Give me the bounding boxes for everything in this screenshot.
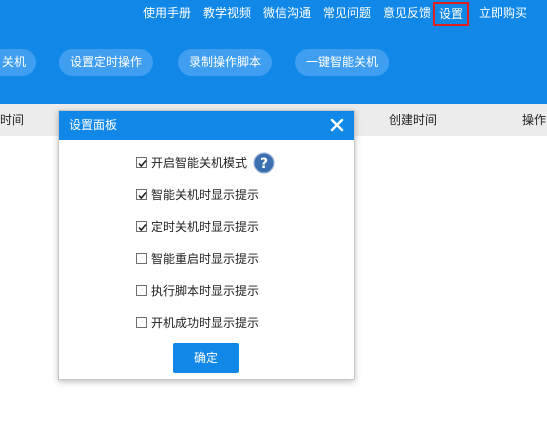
nav-video-tutorial-link[interactable]: 教学视频: [203, 4, 251, 22]
option-label: 定时关机时显示提示: [151, 220, 260, 234]
checkbox-run-script-prompt[interactable]: [136, 285, 147, 296]
column-header-time: 时间: [0, 113, 25, 127]
nav-feedback-link[interactable]: 意见反馈: [383, 4, 431, 22]
toolbar-smart-shutdown-button[interactable]: 一键智能关机: [295, 49, 389, 76]
option-label: 智能重启时显示提示: [151, 252, 260, 266]
option-label: 开启智能关机模式: [151, 156, 248, 170]
toolbar-shutdown-label: 关机: [1, 55, 26, 69]
nav-wechat-link[interactable]: 微信沟通: [263, 4, 311, 22]
option-label: 执行脚本时显示提示: [151, 284, 260, 298]
toolbar-record-script-button[interactable]: 录制操作脚本: [178, 49, 272, 76]
column-header-created-time: 创建时间: [389, 113, 438, 127]
checkbox-scheduled-shutdown-prompt[interactable]: [136, 221, 147, 232]
option-label: 开机成功时显示提示: [151, 316, 260, 330]
app-header: 使用手册 教学视频 微信沟通 常见问题 意见反馈 设置 立即购买 关机 设置定时…: [0, 0, 547, 104]
column-header-action: 操作: [522, 113, 547, 127]
checkbox-smart-shutdown-prompt[interactable]: [136, 189, 147, 200]
checkmark-icon: [138, 191, 147, 200]
checkbox-smart-shutdown-mode[interactable]: [136, 157, 147, 168]
question-mark-icon[interactable]: ?: [253, 152, 275, 174]
close-icon[interactable]: [328, 116, 346, 134]
nav-buy-link[interactable]: 立即购买: [479, 4, 527, 22]
dialog-title-bar: 设置面板: [59, 111, 354, 140]
dialog-title: 设置面板: [69, 118, 118, 132]
toolbar-shutdown-button[interactable]: 关机: [0, 49, 36, 76]
svg-text:?: ?: [260, 156, 268, 172]
option-label: 智能关机时显示提示: [151, 188, 260, 202]
settings-dialog: 设置面板 开启智能关机模式 ? 智能关机时显示提示 定时关机时显示提示 智能重启…: [58, 110, 355, 380]
checkmark-icon: [138, 223, 147, 232]
nav-settings-link[interactable]: 设置: [433, 2, 470, 26]
checkbox-boot-success-prompt[interactable]: [136, 317, 147, 328]
nav-faq-link[interactable]: 常见问题: [323, 4, 371, 22]
checkbox-smart-restart-prompt[interactable]: [136, 253, 147, 264]
checkmark-icon: [138, 159, 147, 168]
nav-user-manual-link[interactable]: 使用手册: [143, 4, 191, 22]
toolbar-schedule-button[interactable]: 设置定时操作: [59, 49, 153, 76]
confirm-button[interactable]: 确定: [173, 343, 239, 373]
